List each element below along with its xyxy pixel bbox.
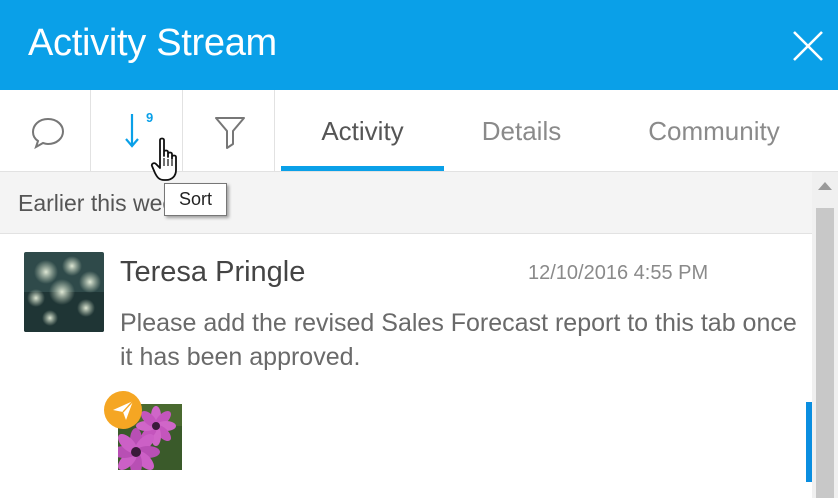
scroll-thumb[interactable] (816, 208, 834, 498)
section-label: Earlier this week (18, 190, 187, 216)
tab-community-label: Community (648, 116, 780, 146)
hand-cursor-icon (150, 137, 177, 181)
shared-badge (104, 391, 142, 429)
author-name[interactable]: Teresa Pringle (120, 256, 305, 289)
panel-title: Activity Stream (28, 22, 277, 64)
close-icon (793, 31, 823, 61)
speech-bubble-icon (31, 117, 65, 150)
scroll-position-indicator (806, 402, 812, 482)
comment-button[interactable] (0, 90, 91, 171)
sort-badge: 9 (146, 110, 154, 125)
scroll-up-arrow-icon[interactable] (818, 182, 832, 190)
tab-community[interactable]: Community (609, 90, 819, 171)
section-header: Earlier this week (0, 172, 812, 234)
activity-message: Please add the revised Sales Forecast re… (120, 309, 797, 371)
avatar[interactable] (24, 252, 104, 332)
tab-activity[interactable]: Activity (281, 90, 444, 171)
active-tab-indicator (281, 166, 444, 171)
tab-details[interactable]: Details (444, 90, 599, 171)
filter-button[interactable] (183, 90, 275, 171)
close-button[interactable] (790, 28, 826, 64)
funnel-icon (215, 117, 245, 149)
avatar-image (24, 252, 104, 332)
paper-plane-icon (113, 400, 134, 420)
toolbar: 9 Activity Details Community (0, 90, 838, 172)
activity-timestamp: 12/10/2016 4:55 PM (528, 262, 709, 284)
tab-details-label: Details (481, 116, 562, 146)
scrollbar[interactable] (812, 172, 838, 498)
tab-activity-label: Activity (321, 116, 404, 146)
panel-header: Activity Stream (0, 0, 838, 90)
sort-tooltip: Sort (164, 183, 227, 216)
